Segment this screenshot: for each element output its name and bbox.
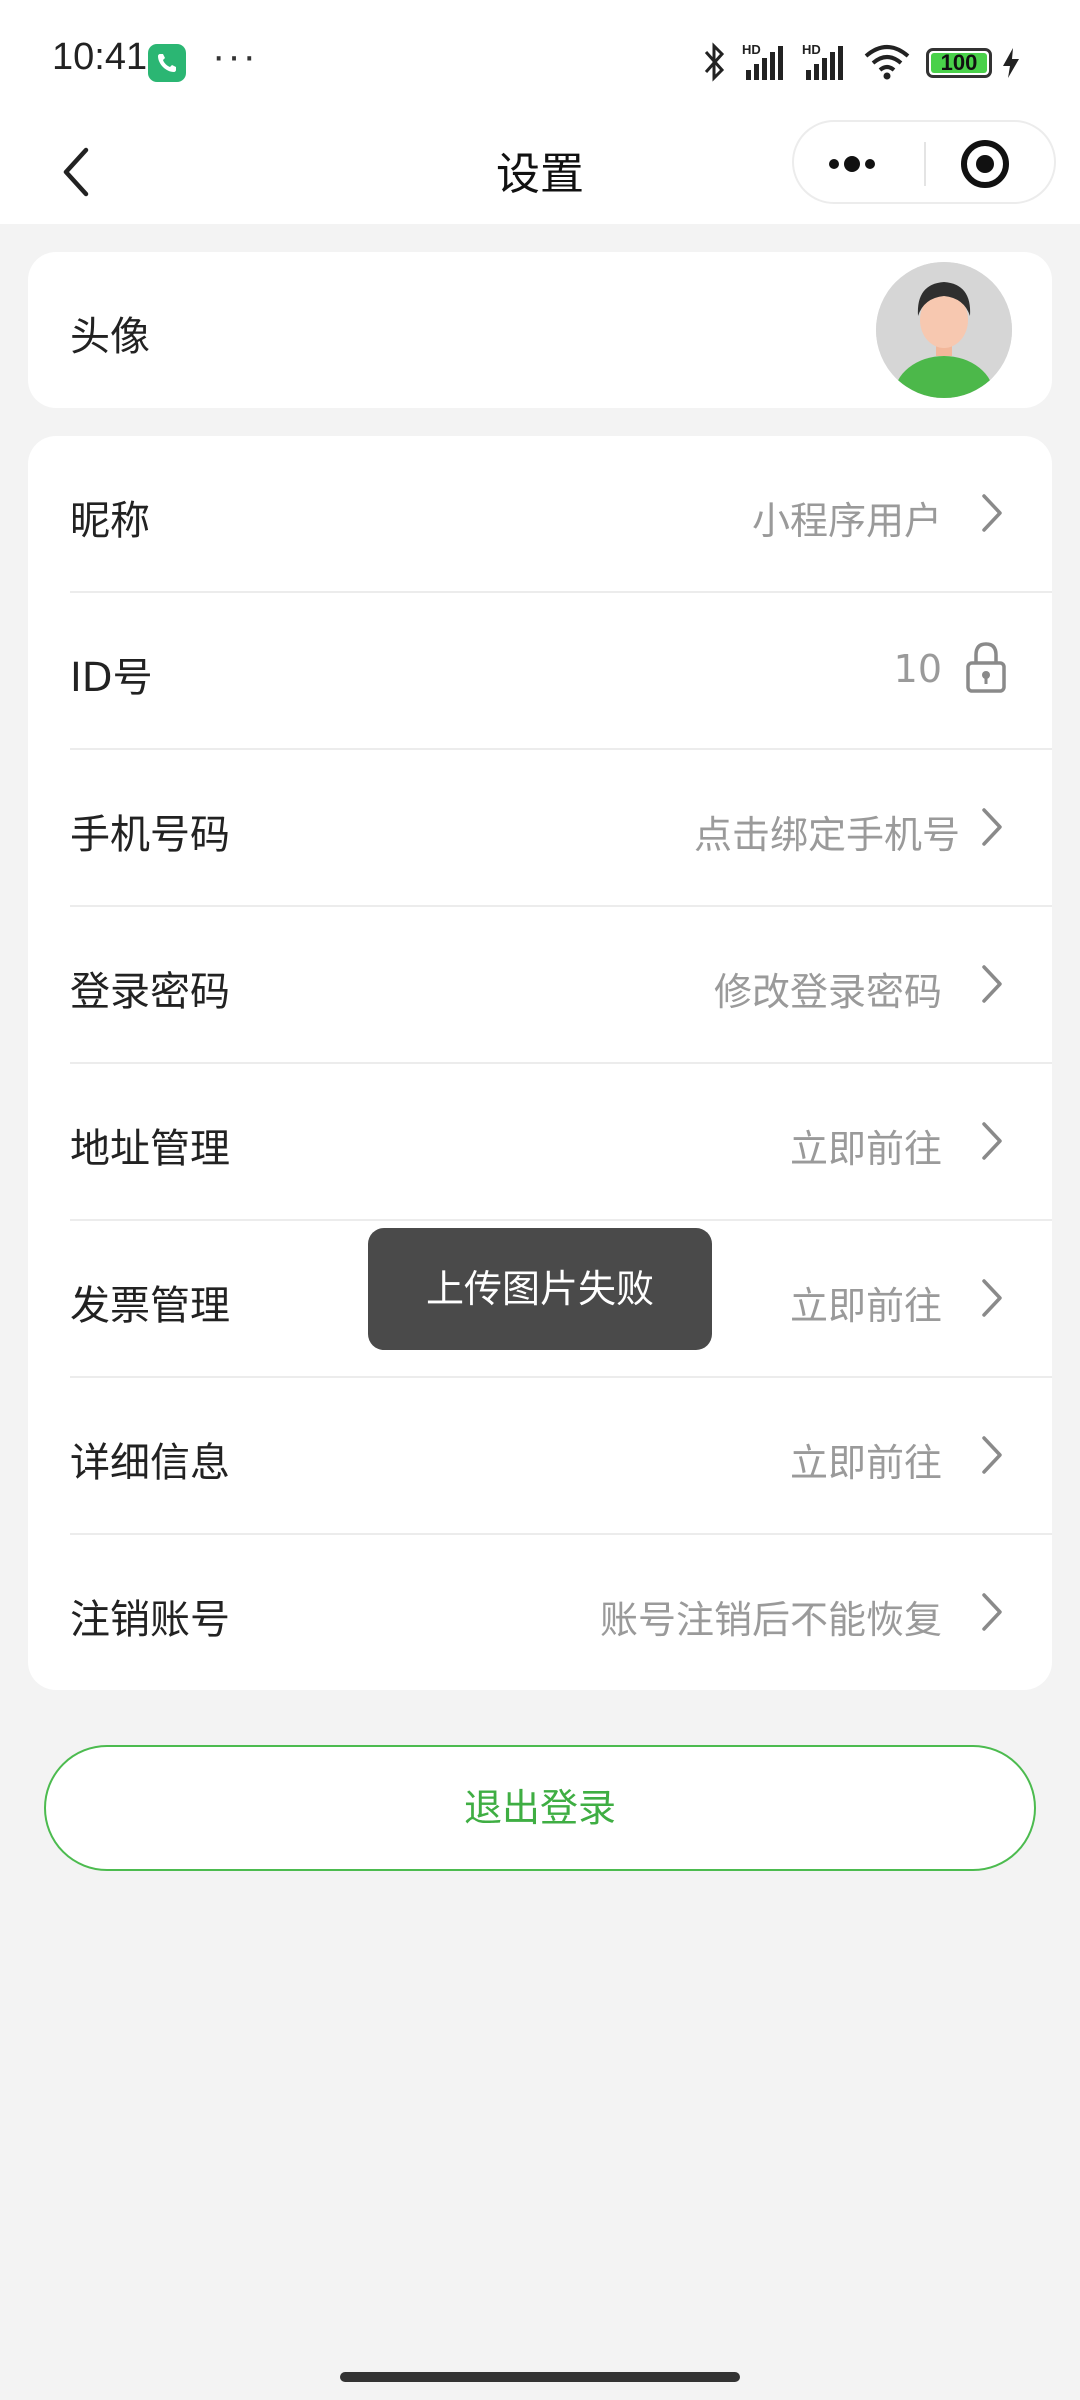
wifi-icon [864, 45, 910, 80]
battery-level: 100 [940, 50, 978, 75]
list-item-delete-account[interactable]: 注销账号 账号注销后不能恢复 [28, 1535, 1052, 1690]
svg-text:HD: HD [802, 42, 821, 57]
row-label: 发票管理 [70, 1283, 230, 1329]
row-value: 立即前往 [789, 1127, 942, 1171]
hd-signal-icon: HD [742, 42, 783, 80]
svg-text:HD: HD [742, 42, 761, 57]
chevron-right-icon [982, 808, 1002, 846]
avatar-label: 头像 [70, 314, 150, 360]
navigation-bar: 设置 [0, 120, 1080, 224]
avatar[interactable] [876, 262, 1012, 398]
status-time: 10:41 [52, 36, 148, 78]
row-value: 立即前往 [789, 1441, 942, 1485]
hd-signal-icon: HD [802, 42, 843, 80]
list-item-nickname[interactable]: 昵称 小程序用户 [28, 436, 1052, 593]
chevron-right-icon [982, 1279, 1002, 1317]
logout-button[interactable]: 退出登录 [44, 1745, 1036, 1871]
row-value: 小程序用户 [751, 499, 942, 543]
capsule-divider [924, 142, 926, 186]
close-miniprogram-button[interactable] [944, 122, 1044, 206]
home-indicator[interactable] [340, 2372, 740, 2382]
row-label: 注销账号 [70, 1597, 230, 1643]
row-value: 立即前往 [789, 1284, 942, 1328]
row-label: ID号 [70, 655, 153, 701]
default-avatar-icon [876, 262, 1012, 398]
row-label: 详细信息 [70, 1440, 230, 1486]
settings-list: 昵称 小程序用户 ID号 10 手机号码 点击绑定手机号 登录密码 修改登录密码 [28, 436, 1052, 1690]
list-item-address[interactable]: 地址管理 立即前往 [28, 1064, 1052, 1221]
row-label: 登录密码 [70, 969, 230, 1015]
status-bar: 10:41 ··· HD HD 100 [0, 0, 1080, 120]
avatar-row[interactable]: 头像 [28, 252, 1052, 408]
battery-icon: 100 [926, 48, 992, 78]
row-label: 地址管理 [70, 1126, 230, 1172]
more-button[interactable] [814, 122, 914, 206]
list-item-phone[interactable]: 手机号码 点击绑定手机号 [28, 750, 1052, 907]
chevron-right-icon [982, 1436, 1002, 1474]
charging-icon [1003, 48, 1019, 78]
chevron-right-icon [982, 965, 1002, 1003]
row-label: 昵称 [70, 498, 150, 544]
list-item-details[interactable]: 详细信息 立即前往 [28, 1378, 1052, 1535]
row-value: 修改登录密码 [713, 970, 942, 1014]
row-value: 点击绑定手机号 [693, 813, 960, 857]
bluetooth-icon [704, 42, 725, 82]
upload-failed-toast: 上传图片失败 [368, 1228, 712, 1350]
chevron-right-icon [982, 1593, 1002, 1631]
status-more-indicator: ··· [212, 34, 258, 78]
list-item-id: ID号 10 [28, 593, 1052, 750]
row-value: 10 [893, 647, 942, 691]
lock-icon [966, 642, 1006, 693]
row-label: 手机号码 [70, 812, 230, 858]
row-value: 账号注销后不能恢复 [599, 1598, 942, 1642]
chevron-right-icon [982, 494, 1002, 532]
miniprogram-capsule [792, 120, 1056, 204]
phone-call-icon [148, 44, 186, 82]
more-dots-icon [829, 156, 875, 172]
list-item-password[interactable]: 登录密码 修改登录密码 [28, 907, 1052, 1064]
target-close-icon [961, 140, 1009, 188]
chevron-right-icon [982, 1122, 1002, 1160]
